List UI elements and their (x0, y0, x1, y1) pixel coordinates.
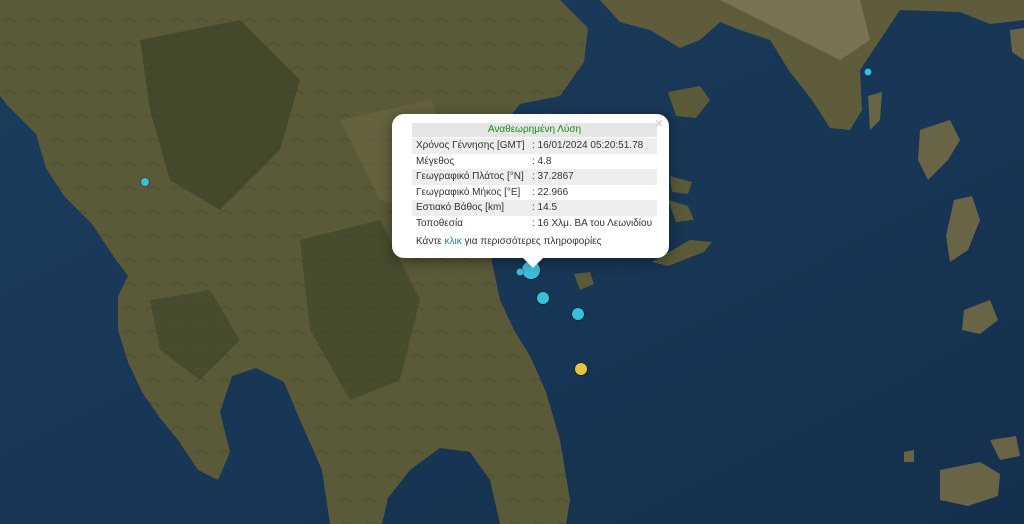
row-value: : 37.2867 (532, 171, 574, 183)
row-label: Χρόνος Γέννησης [GMT] (416, 140, 525, 151)
table-row: Γεωγραφικό Μήκος [°E] : 22.966 (412, 185, 657, 201)
event-info-popup: × Αναθεωρημένη Λύση Χρόνος Γέννησης [GMT… (392, 114, 669, 268)
satellite-map[interactable] (0, 0, 1024, 524)
event-marker[interactable] (864, 68, 872, 76)
event-marker[interactable] (537, 292, 549, 304)
table-row: Μέγεθος : 4.8 (412, 154, 657, 170)
row-value: : 14.5 (532, 202, 558, 214)
event-details-table: Χρόνος Γέννησης [GMT] : 16/01/2024 05:20… (412, 138, 657, 232)
row-value: : 22.966 (532, 186, 569, 198)
row-value: : 16/01/2024 05:20:51.78 (532, 140, 644, 151)
event-marker[interactable] (572, 308, 584, 320)
table-row: Χρόνος Γέννησης [GMT] : 16/01/2024 05:20… (412, 138, 657, 154)
event-marker[interactable] (516, 268, 524, 276)
table-row: Εστιακό Βάθος [km] : 14.5 (412, 200, 657, 216)
more-info-link[interactable]: κλικ (445, 236, 462, 247)
row-label: Γεωγραφικό Πλάτος [°N] (416, 171, 524, 183)
table-row: Τοποθεσία : 16 Χλμ. ΒΑ του Λεωνιδίου (412, 216, 657, 232)
table-row: Γεωγραφικό Πλάτος [°N] : 37.2867 (412, 169, 657, 185)
event-marker[interactable] (141, 178, 149, 186)
row-label: Εστιακό Βάθος [km] (416, 202, 505, 214)
event-marker-older[interactable] (575, 363, 587, 375)
more-prefix: Κάντε (416, 235, 445, 247)
more-info-text: Κάντε κλικ για περισσότερες πληροφορίες (412, 235, 657, 249)
row-value: : 4.8 (532, 155, 552, 167)
row-label: Μέγεθος (416, 155, 455, 167)
row-label: Τοποθεσία (416, 217, 463, 229)
row-label: Γεωγραφικό Μήκος [°E] (416, 186, 521, 198)
popup-pointer (523, 258, 543, 268)
popup-title: Αναθεωρημένη Λύση (412, 123, 657, 137)
more-suffix: για περισσότερες πληροφορίες (461, 235, 602, 247)
row-value: : 16 Χλμ. ΒΑ του Λεωνιδίου (532, 217, 653, 229)
close-icon[interactable]: × (655, 116, 663, 130)
